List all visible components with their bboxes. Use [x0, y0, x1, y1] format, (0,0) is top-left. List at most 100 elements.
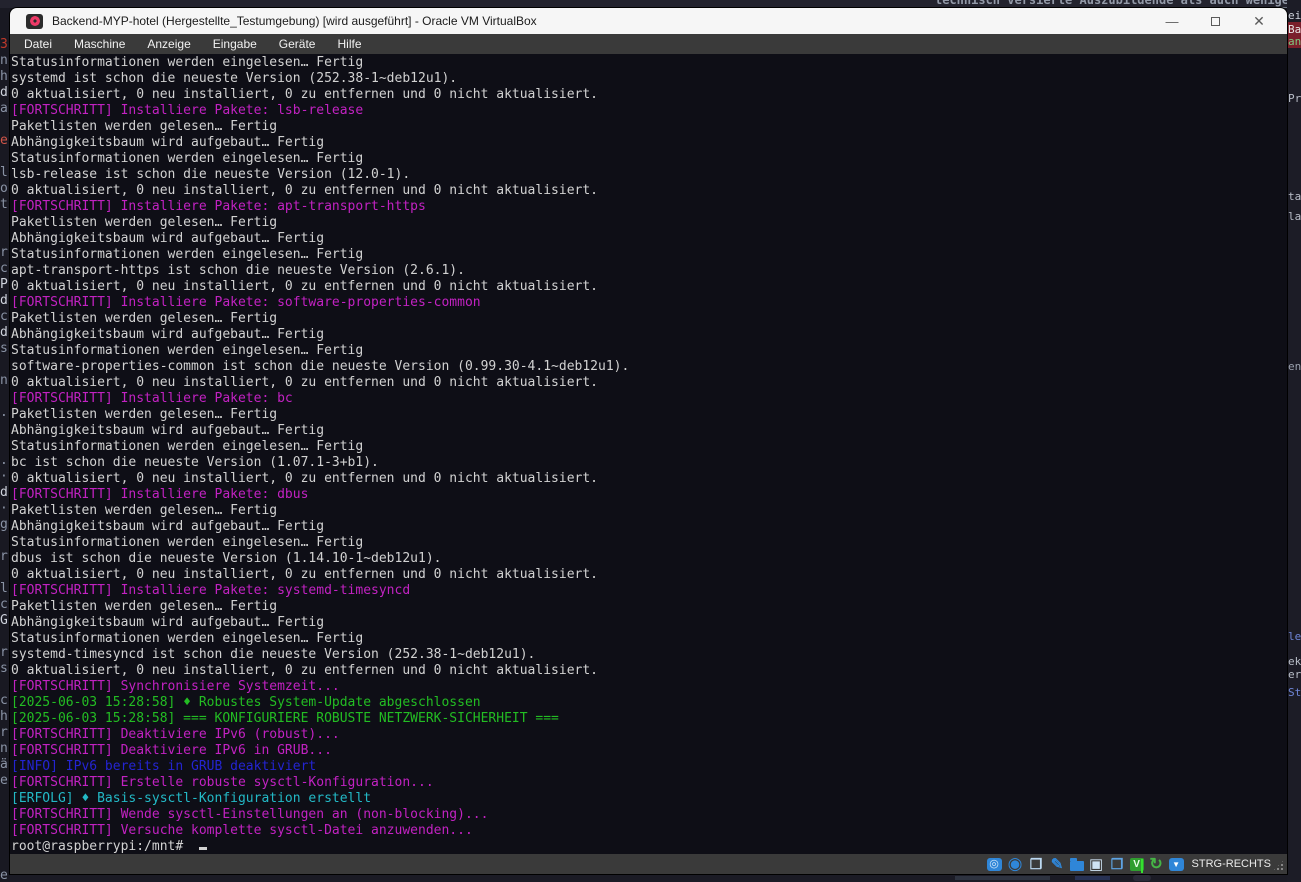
terminal-line: Paketlisten werden gelesen… Fertig	[11, 215, 1287, 231]
background-text-fragment: enh	[1288, 360, 1301, 373]
background-text-fragment: n	[0, 741, 8, 757]
background-text-fragment: ·	[0, 469, 8, 485]
menu-item-gerte[interactable]: Geräte	[268, 35, 327, 53]
terminal-screen[interactable]: Statusinformationen werden eingelesen… F…	[10, 54, 1287, 854]
terminal-line: apt-transport-https ist schon die neuest…	[11, 263, 1287, 279]
background-text-fragment: n	[0, 373, 8, 389]
background-text-fragment: l	[0, 165, 8, 181]
background-text-fragment: o	[0, 181, 8, 197]
menu-bar: DateiMaschineAnzeigeEingabeGeräteHilfe	[10, 34, 1287, 54]
background-text-fragment: la	[1288, 210, 1301, 223]
background-text-fragment: d	[0, 293, 8, 309]
background-text-fragment: r	[0, 245, 8, 261]
close-button[interactable]: ✕	[1239, 8, 1279, 34]
maximize-icon	[1211, 17, 1220, 26]
terminal-line: lsb-release ist schon die neueste Versio…	[11, 167, 1287, 183]
terminal-line: dbus ist schon die neueste Version (1.14…	[11, 551, 1287, 567]
virtualbox-logo-icon	[26, 14, 43, 29]
window-title: Backend-MYP-hotel (Hergestellte_Testumge…	[52, 14, 537, 28]
background-text-fragment: h	[0, 69, 8, 85]
background-window-top-strip: technisch versierte Auszubildende als au…	[0, 0, 1301, 8]
shared-folders-icon[interactable]	[1070, 861, 1084, 871]
background-window-left-strip: 3nhdaelotrcPdcdsn..·d·grlcGrschrnäe	[0, 8, 10, 882]
background-text-fragment: t	[0, 197, 8, 213]
background-text-fragment: 3	[0, 37, 8, 53]
terminal-line: Paketlisten werden gelesen… Fertig	[11, 599, 1287, 615]
terminal-line: 0 aktualisiert, 0 neu installiert, 0 zu …	[11, 279, 1287, 295]
terminal-line: Abhängigkeitsbaum wird aufgebaut… Fertig	[11, 231, 1287, 247]
background-text-fragment: tal	[1288, 190, 1301, 203]
terminal-line: [FORTSCHRITT] Erstelle robuste sysctl-Ko…	[11, 775, 1287, 791]
background-text-fragment: c	[0, 693, 8, 709]
optical-drive-icon[interactable]	[1007, 856, 1024, 872]
terminal-line: [FORTSCHRITT] Deaktiviere IPv6 (robust).…	[11, 727, 1287, 743]
resize-grip[interactable]	[1272, 859, 1285, 872]
menu-item-datei[interactable]: Datei	[13, 35, 63, 53]
terminal-line: Abhängigkeitsbaum wird aufgebaut… Fertig	[11, 327, 1287, 343]
terminal-line: [FORTSCHRITT] Versuche komplette sysctl-…	[11, 823, 1287, 839]
menu-item-eingabe[interactable]: Eingabe	[202, 35, 268, 53]
minimize-button[interactable]: —	[1152, 8, 1192, 34]
terminal-line: 0 aktualisiert, 0 neu installiert, 0 zu …	[11, 183, 1287, 199]
recording-icon[interactable]	[1109, 856, 1126, 872]
background-text-fragment: .	[0, 405, 8, 421]
menu-item-anzeige[interactable]: Anzeige	[136, 35, 201, 53]
display-icon[interactable]	[1088, 856, 1105, 872]
terminal-line: Statusinformationen werden eingelesen… F…	[11, 55, 1287, 71]
status-bar: STRG-RECHTS	[10, 854, 1287, 874]
background-text-fragment: e	[0, 868, 8, 882]
terminal-line: 0 aktualisiert, 0 neu installiert, 0 zu …	[11, 375, 1287, 391]
terminal-line: Abhängigkeitsbaum wird aufgebaut… Fertig	[11, 615, 1287, 631]
background-text-fragment: an	[1288, 35, 1301, 48]
features-icon[interactable]	[1130, 858, 1144, 871]
background-text-fragment: h	[0, 709, 8, 725]
background-text-fragment: er	[1288, 668, 1301, 681]
terminal-line: [FORTSCHRITT] Installiere Pakete: dbus	[11, 487, 1287, 503]
background-text-fragment: Pr	[1288, 92, 1301, 105]
background-text-fragment: e	[0, 133, 8, 149]
terminal-line: bc ist schon die neueste Version (1.07.1…	[11, 455, 1287, 471]
background-text-fragment: St	[1288, 686, 1301, 699]
background-text-fragment: n	[0, 53, 8, 69]
terminal-line: 0 aktualisiert, 0 neu installiert, 0 zu …	[11, 471, 1287, 487]
terminal-line: Statusinformationen werden eingelesen… F…	[11, 535, 1287, 551]
hdd-icon[interactable]	[987, 858, 1002, 871]
terminal-line: Statusinformationen werden eingelesen… F…	[11, 439, 1287, 455]
title-bar[interactable]: Backend-MYP-hotel (Hergestellte_Testumge…	[10, 8, 1287, 34]
background-window-right-strip: eiBaanPrtallaenhlezekerSt	[1287, 0, 1301, 882]
terminal-line: [2025-06-03 15:28:58] === KONFIGURIERE R…	[11, 711, 1287, 727]
background-text-fragment: r	[0, 645, 8, 661]
background-text-fragment	[1075, 876, 1110, 880]
terminal-line: [FORTSCHRITT] Installiere Pakete: apt-tr…	[11, 199, 1287, 215]
floppy-drives-icon[interactable]	[1028, 856, 1045, 872]
background-text-fragment: P	[0, 277, 8, 293]
terminal-line: Paketlisten werden gelesen… Fertig	[11, 407, 1287, 423]
terminal-line: [FORTSCHRITT] Installiere Pakete: system…	[11, 583, 1287, 599]
terminal-cursor	[199, 847, 207, 850]
terminal-line: 0 aktualisiert, 0 neu installiert, 0 zu …	[11, 87, 1287, 103]
menu-item-maschine[interactable]: Maschine	[63, 35, 136, 53]
network-icon[interactable]	[1148, 856, 1165, 872]
background-text-fragment: ek	[1288, 655, 1301, 668]
screen: technisch versierte Auszubildende als au…	[0, 0, 1301, 882]
background-button-fragment	[1133, 875, 1151, 881]
terminal-line: [FORTSCHRITT] Wende sysctl-Einstellungen…	[11, 807, 1287, 823]
terminal-line: Statusinformationen werden eingelesen… F…	[11, 343, 1287, 359]
terminal-line: [INFO] IPv6 bereits in GRUB deaktiviert	[11, 759, 1287, 775]
keyboard-icon[interactable]	[1169, 858, 1184, 871]
background-text-fragment: a	[0, 101, 8, 117]
usb-icon[interactable]	[1049, 856, 1066, 872]
menu-item-hilfe[interactable]: Hilfe	[326, 35, 372, 53]
background-text-fragment: ä	[0, 757, 8, 773]
terminal-line: [ERFOLG] ♦ Basis-sysctl-Konfiguration er…	[11, 791, 1287, 807]
background-text-fragment: ·	[0, 501, 8, 517]
terminal-line: systemd-timesyncd ist schon die neueste …	[11, 647, 1287, 663]
background-text-fragment: s	[0, 661, 8, 677]
terminal-line: [FORTSCHRITT] Installiere Pakete: bc	[11, 391, 1287, 407]
terminal-line: 0 aktualisiert, 0 neu installiert, 0 zu …	[11, 663, 1287, 679]
background-text-fragment: c	[0, 597, 8, 613]
background-window-bottom-strip: e	[10, 874, 1287, 882]
shell-prompt: root@raspberrypi:/mnt#	[11, 839, 191, 854]
virtualbox-window: Backend-MYP-hotel (Hergestellte_Testumge…	[10, 8, 1287, 874]
maximize-button[interactable]	[1195, 8, 1235, 34]
